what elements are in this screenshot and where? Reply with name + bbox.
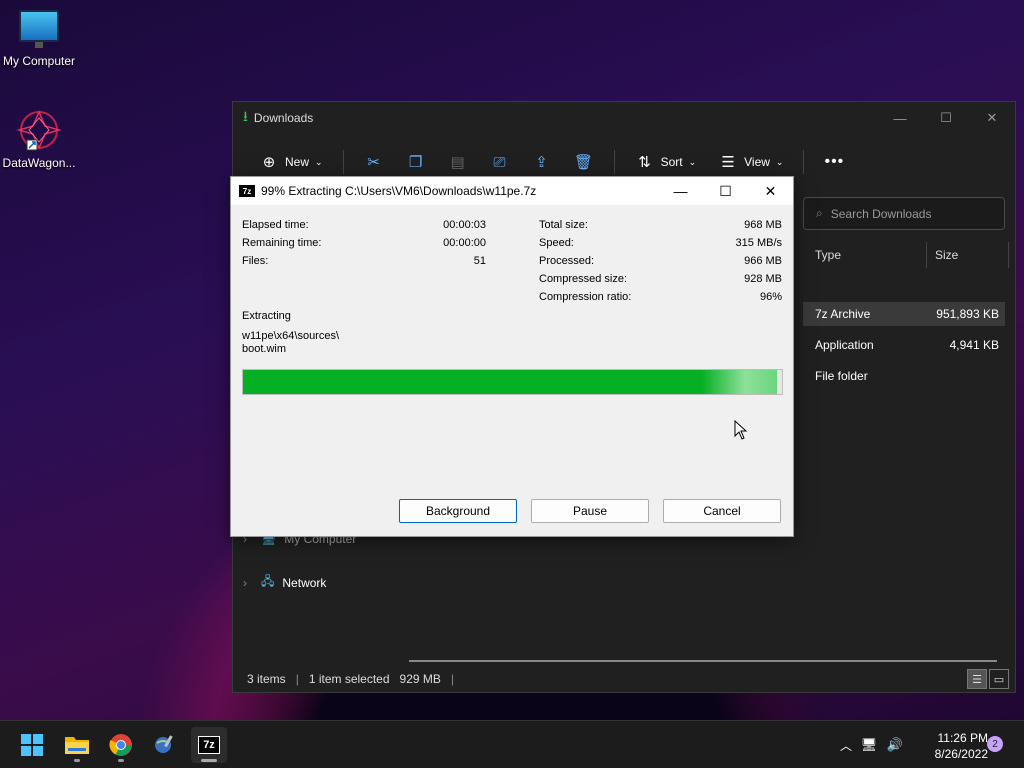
extract-progress-dialog: 7z 99% Extracting C:\Users\VM6\Downloads… xyxy=(230,176,794,537)
file-row[interactable]: Application 4,941 KB xyxy=(803,333,1005,357)
taskbar: 7z ︿ 🖥 🔊 11:26 PM 8/26/2022 xyxy=(0,720,1024,768)
cut-button[interactable]: ✂ xyxy=(356,146,392,178)
maximize-button[interactable]: ☐ xyxy=(703,177,748,205)
desktop-icon-datawagon[interactable]: DataWagon... xyxy=(0,108,78,170)
taskbar-chrome[interactable] xyxy=(103,727,139,763)
7zip-icon: 7z xyxy=(239,185,255,197)
sort-button[interactable]: ⇅ Sort ⌄ xyxy=(627,146,705,178)
delete-button[interactable]: 🗑 xyxy=(566,146,602,178)
details-view-button[interactable]: ☰ xyxy=(967,669,987,689)
globe-tool-icon xyxy=(155,735,173,753)
current-path: w11pe\x64\sources\ xyxy=(242,330,340,342)
system-clock[interactable]: 11:26 PM 8/26/2022 xyxy=(912,730,988,762)
taskbar-file-explorer[interactable] xyxy=(59,727,95,763)
desktop-icon-label: DataWagon... xyxy=(2,156,76,170)
plus-circle-icon: ⊕ xyxy=(262,154,276,171)
chrome-icon xyxy=(109,734,132,756)
share-button[interactable]: ⇪ xyxy=(524,146,560,178)
notification-badge[interactable]: 2 xyxy=(987,736,1003,752)
chevron-down-icon: ⌄ xyxy=(688,156,697,167)
minimize-button[interactable]: ― xyxy=(658,177,703,205)
desktop-icon-label: My Computer xyxy=(2,54,76,68)
column-header-type[interactable]: Type xyxy=(811,242,927,268)
list-icon: ☰ xyxy=(721,154,735,171)
chevron-up-icon[interactable]: ︿ xyxy=(836,737,856,754)
window-title: Downloads xyxy=(253,111,314,125)
taskbar-7zip[interactable]: 7z xyxy=(191,727,227,763)
selection-size: 929 MB xyxy=(399,672,441,686)
start-button[interactable] xyxy=(14,727,50,763)
selection-info: 1 item selected xyxy=(308,672,390,686)
item-count: 3 items xyxy=(247,672,286,686)
search-icon: ⌕ xyxy=(816,206,823,220)
file-row[interactable]: 7z Archive 951,893 KB xyxy=(803,302,1005,326)
rename-button[interactable]: ⎚ xyxy=(482,146,518,178)
7zip-icon: 7z xyxy=(198,736,220,754)
windows-logo-icon xyxy=(21,734,43,756)
clock-date: 8/26/2022 xyxy=(934,747,988,761)
horizontal-scrollbar[interactable] xyxy=(409,660,997,662)
pause-button[interactable]: Pause xyxy=(531,499,649,523)
mouse-cursor-icon xyxy=(734,420,748,440)
chevron-right-icon: › xyxy=(243,575,247,590)
minimize-button[interactable]: ― xyxy=(877,102,923,134)
network-icon: 🖧 xyxy=(261,574,275,588)
maximize-button[interactable]: ☐ xyxy=(923,102,969,134)
progress-bar-fill xyxy=(243,370,777,394)
ellipsis-icon: ••• xyxy=(824,153,845,170)
desktop-icon-my-computer[interactable]: My Computer xyxy=(0,10,78,68)
current-file: boot.wim xyxy=(242,343,287,355)
more-options-button[interactable]: ••• xyxy=(816,146,852,178)
tiles-view-button[interactable]: ▭ xyxy=(989,669,1009,689)
cancel-button[interactable]: Cancel xyxy=(663,499,781,523)
copy-icon: ❐ xyxy=(408,154,423,171)
taskbar-network-app[interactable] xyxy=(147,727,183,763)
progress-bar xyxy=(242,369,783,395)
volume-icon[interactable]: 🔊 xyxy=(882,737,908,753)
chevron-down-icon: ⌄ xyxy=(775,156,784,167)
datawagon-app-icon xyxy=(15,108,63,152)
close-button[interactable]: ✕ xyxy=(969,102,1015,134)
close-button[interactable]: ✕ xyxy=(748,177,793,205)
extracting-label: Extracting xyxy=(242,310,291,322)
download-icon: ⭳ xyxy=(243,108,248,124)
folder-icon xyxy=(65,737,89,754)
search-input[interactable]: ⌕ Search Downloads xyxy=(803,197,1005,230)
paste-button[interactable]: ▤ xyxy=(440,146,476,178)
clipboard-icon: ▤ xyxy=(450,154,465,171)
nav-item-network[interactable]: › 🖧 Network xyxy=(243,572,326,593)
share-icon: ⇪ xyxy=(535,154,548,171)
monitor-icon xyxy=(17,10,61,50)
dialog-title: 99% Extracting C:\Users\VM6\Downloads\w1… xyxy=(261,184,537,198)
scissors-icon: ✂ xyxy=(367,154,380,171)
status-bar: 3 items | 1 item selected 929 MB | xyxy=(247,672,455,686)
trash-icon: 🗑 xyxy=(574,154,594,171)
view-button[interactable]: ☰ View ⌄ xyxy=(710,146,791,178)
copy-button[interactable]: ❐ xyxy=(398,146,434,178)
clock-time: 11:26 PM xyxy=(937,731,988,745)
file-row[interactable]: File folder xyxy=(803,364,1005,388)
sort-icon: ⇅ xyxy=(638,154,651,171)
column-header-size[interactable]: Size xyxy=(929,242,1009,268)
background-button[interactable]: Background xyxy=(399,499,517,523)
rename-icon: ⎚ xyxy=(493,153,506,171)
chevron-down-icon: ⌄ xyxy=(315,156,323,167)
new-button[interactable]: ⊕ New ⌄ xyxy=(251,146,331,178)
network-status-icon[interactable]: 🖥 xyxy=(856,737,882,753)
